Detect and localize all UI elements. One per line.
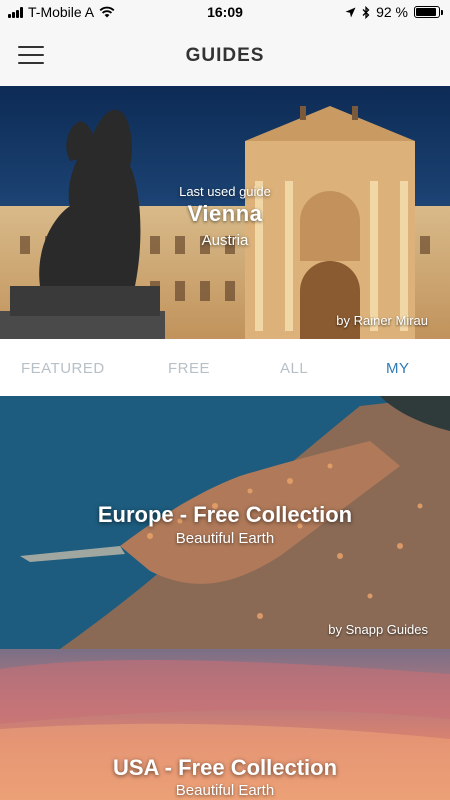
tab-my[interactable]: MY	[386, 360, 410, 377]
card-credit: by Snapp Guides	[328, 622, 428, 637]
last-used-caption: Last used guide	[179, 184, 271, 199]
status-right: 92 %	[345, 4, 443, 20]
guide-card-usa[interactable]: USA - Free Collection Beautiful Earth	[0, 649, 450, 800]
card-subtitle: Beautiful Earth	[175, 530, 275, 547]
navigation-bar: GUIDES	[0, 24, 450, 86]
battery-fill	[416, 8, 437, 16]
card-title: USA - Free Collection	[112, 755, 338, 780]
last-used-guide-card[interactable]: Last used guide Vienna Austria by Rainer…	[0, 86, 450, 339]
tab-free[interactable]: FREE	[168, 360, 210, 377]
tab-all[interactable]: ALL	[280, 360, 308, 377]
location-arrow-icon	[345, 7, 356, 17]
guide-title: Vienna	[187, 201, 263, 226]
battery-icon	[414, 6, 443, 18]
status-bar: T-Mobile A 16:09 92 %	[0, 0, 450, 24]
guide-tabs: FEATURED FREE ALL MY	[0, 339, 450, 396]
tab-featured[interactable]: FEATURED	[21, 360, 105, 377]
photo-credit: by Rainer Mirau	[336, 313, 428, 328]
guide-country: Austria	[201, 232, 249, 249]
bluetooth-icon	[362, 5, 370, 19]
card-subtitle: Beautiful Earth	[175, 782, 275, 799]
battery-percent: 92 %	[376, 4, 408, 20]
card-title: Europe - Free Collection	[97, 502, 353, 527]
guide-card-europe[interactable]: Europe - Free Collection Beautiful Earth…	[0, 396, 450, 649]
page-title: GUIDES	[185, 45, 265, 66]
